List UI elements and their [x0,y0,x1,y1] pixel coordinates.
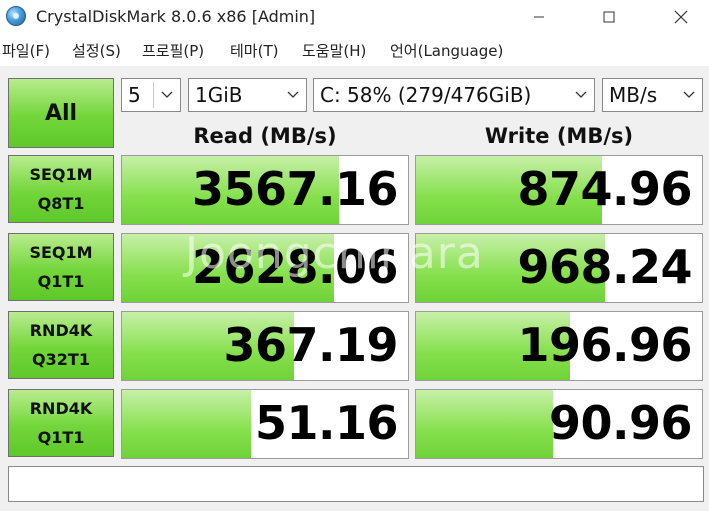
chevron-down-icon [280,79,306,111]
test-name: RND4K [29,321,93,340]
test-queue: Q1T1 [37,428,85,447]
read-value: 51.16 [254,396,399,450]
read-value: 2628.06 [191,240,399,294]
write-result-cell: 968.24 [415,233,703,303]
read-result-cell: 367.19 [121,311,409,381]
maximize-button[interactable] [586,0,632,34]
read-result-cell: 51.16 [121,389,409,459]
menu-bar: 파일(F) 설정(S) 프로필(P) 테마(T) 도움말(H) 언어(Langu… [0,36,709,64]
read-value: 3567.16 [191,162,399,216]
read-value: 367.19 [223,318,398,372]
test-name: SEQ1M [29,165,93,184]
write-result-cell: 874.96 [415,155,703,225]
maximize-icon [603,11,615,23]
write-column-header: Write (MB/s) [484,124,634,148]
all-button[interactable]: All [8,78,114,148]
test-button-rnd4k-q32t1[interactable]: RND4K Q32T1 [8,311,114,379]
test-button-rnd4k-q1t1[interactable]: RND4K Q1T1 [8,389,114,457]
menu-profile[interactable]: 프로필(P) [142,40,204,61]
count-select[interactable]: 5 [121,78,181,112]
read-column-header: Read (MB/s) [193,124,337,148]
test-queue: Q8T1 [37,194,85,213]
chevron-down-icon [154,79,180,111]
comment-field[interactable] [8,466,704,502]
drive-value: C: 58% (279/476GiB) [320,83,532,107]
write-value: 196.96 [517,318,692,372]
menu-theme[interactable]: 테마(T) [230,40,278,61]
write-value: 874.96 [517,162,692,216]
minimize-button[interactable] [516,0,562,34]
read-level-bar [122,390,251,458]
window-title: CrystalDiskMark 8.0.6 x86 [Admin] [36,7,316,26]
write-result-cell: 90.96 [415,389,703,459]
read-result-cell: 3567.16 [121,155,409,225]
write-value: 90.96 [548,396,693,450]
test-queue: Q1T1 [37,272,85,291]
menu-help[interactable]: 도움말(H) [302,40,366,61]
menu-language[interactable]: 언어(Language) [390,40,503,61]
close-button[interactable] [658,0,704,34]
test-button-seq1m-q8t1[interactable]: SEQ1M Q8T1 [8,155,114,223]
unit-value: MB/s [609,83,658,107]
count-value: 5 [128,83,141,107]
chevron-down-icon [676,79,702,111]
minimize-icon [534,16,544,18]
menu-settings[interactable]: 설정(S) [72,40,121,61]
write-value: 968.24 [517,240,692,294]
chevron-down-icon [568,79,594,111]
test-name: RND4K [29,399,93,418]
size-select[interactable]: 1GiB [188,78,307,112]
test-name: SEQ1M [29,243,93,262]
drive-select[interactable]: C: 58% (279/476GiB) [313,78,595,112]
title-bar: CrystalDiskMark 8.0.6 x86 [Admin] [0,0,709,34]
test-button-seq1m-q1t1[interactable]: SEQ1M Q1T1 [8,233,114,301]
test-queue: Q32T1 [32,350,90,369]
write-level-bar [416,390,554,458]
size-value: 1GiB [195,83,243,107]
close-icon [674,10,688,24]
unit-select[interactable]: MB/s [602,78,703,112]
crystaldiskmark-app-icon [6,6,26,26]
write-result-cell: 196.96 [415,311,703,381]
read-result-cell: 2628.06 [121,233,409,303]
menu-file[interactable]: 파일(F) [2,40,50,61]
